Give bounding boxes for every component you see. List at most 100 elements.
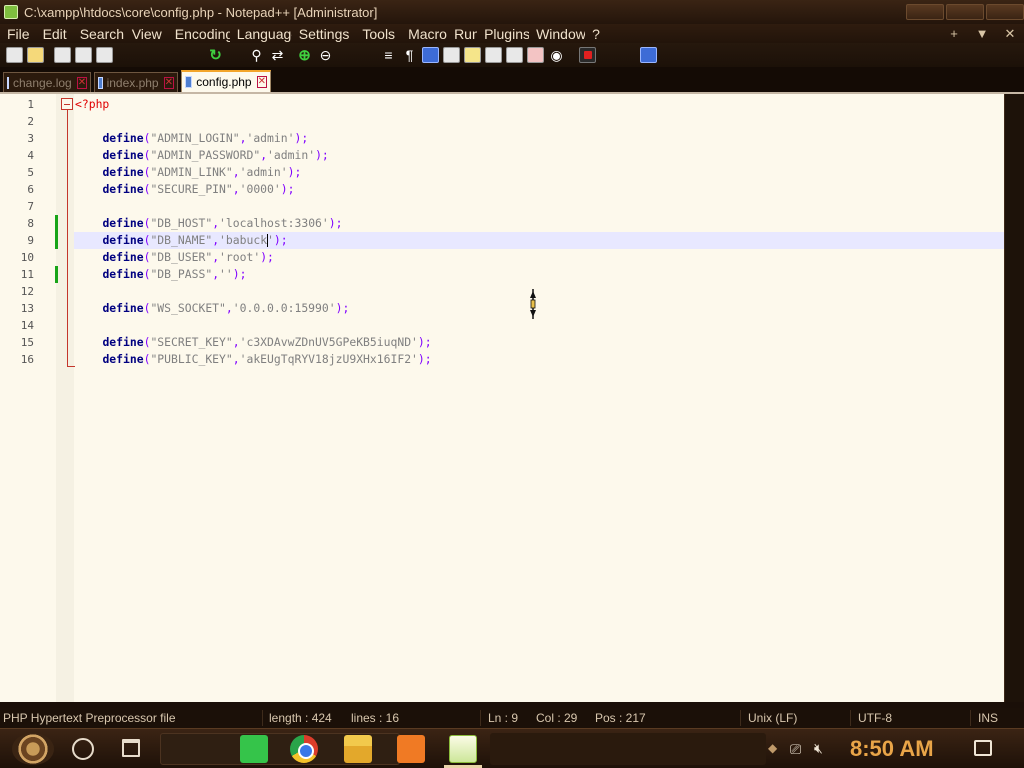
tab-close-icon[interactable]: ✕: [76, 76, 88, 89]
volume-muted-icon[interactable]: 🔇︎: [814, 740, 823, 757]
record-macro-icon[interactable]: [579, 47, 596, 63]
window-title: C:\xampp\htdocs\core\config.php - Notepa…: [24, 4, 378, 20]
cortana-circle-icon[interactable]: [72, 738, 94, 760]
file-explorer-icon[interactable]: [344, 735, 372, 763]
close-button[interactable]: [986, 4, 1024, 20]
open-file-icon[interactable]: [27, 47, 44, 63]
menu-run[interactable]: Run: [447, 26, 477, 42]
new-file-icon[interactable]: [6, 47, 23, 63]
status-bar: PHP Hypertext Preprocessor file length :…: [0, 708, 1024, 728]
folder-workspace-icon[interactable]: [527, 47, 544, 63]
menu-macro[interactable]: Macro: [401, 26, 447, 42]
code-line[interactable]: define("ADMIN_PASSWORD",'admin');: [75, 147, 328, 164]
vertical-scrollbar[interactable]: [1004, 94, 1024, 702]
tab-change-log[interactable]: change.log ✕: [3, 72, 91, 92]
tab-list-arrow-icon[interactable]: ▼: [968, 26, 996, 41]
code-token: '0000': [239, 182, 281, 196]
fold-end-marker: [67, 366, 75, 367]
menu-edit[interactable]: Edit: [36, 26, 73, 42]
code-token: );: [417, 352, 432, 366]
menu-window[interactable]: Window: [529, 26, 585, 42]
tab-index-php[interactable]: index.php ✕: [94, 72, 178, 92]
minimize-button[interactable]: [906, 4, 944, 20]
fold-toggle-icon[interactable]: [61, 98, 73, 110]
replace-icon[interactable]: ⇄: [269, 47, 286, 63]
show-all-chars-icon[interactable]: [422, 47, 439, 63]
status-lines: lines : 16: [351, 711, 400, 725]
tray-expand-icon[interactable]: ◆: [768, 741, 777, 755]
code-line[interactable]: define("ADMIN_LINK",'admin');: [75, 164, 301, 181]
code-editor[interactable]: <?php define("ADMIN_LOGIN",'admin'); def…: [0, 94, 1004, 702]
task-view-icon[interactable]: [122, 739, 140, 757]
code-token: define: [102, 301, 144, 315]
notepadpp-icon[interactable]: [444, 735, 482, 768]
word-wrap-icon[interactable]: ¶: [401, 47, 418, 63]
menu-plugins[interactable]: Plugins: [477, 26, 529, 42]
code-line[interactable]: define("DB_USER",'root');: [75, 249, 273, 266]
menu-tools[interactable]: Tools: [355, 26, 401, 42]
code-line[interactable]: define("WS_SOCKET",'0.0.0.0:15990');: [75, 300, 349, 317]
sublime-text-icon[interactable]: [240, 735, 268, 763]
code-token: define: [102, 182, 144, 196]
action-center-icon[interactable]: [974, 740, 992, 756]
code-line[interactable]: define("SECURE_PIN",'0000');: [75, 181, 294, 198]
taskbar-clock[interactable]: 8:50 AM: [850, 736, 934, 762]
save-icon[interactable]: [54, 47, 71, 63]
code-token: );: [287, 165, 302, 179]
network-icon[interactable]: ⎚: [790, 741, 801, 758]
code-line[interactable]: <?php: [75, 96, 109, 113]
save-all-icon[interactable]: [75, 47, 92, 63]
code-line[interactable]: define("SECRET_KEY",'c3XDAvwZDnUV5GPeKB5…: [75, 334, 432, 351]
code-token: 'root': [219, 250, 261, 264]
menu-encoding[interactable]: Encoding: [168, 26, 230, 42]
doc-map-icon[interactable]: [485, 47, 502, 63]
tab-label: change.log: [13, 75, 72, 90]
code-token: );: [417, 335, 432, 349]
code-token: );: [294, 131, 309, 145]
menu-language[interactable]: Language: [230, 26, 292, 42]
run-macro-icon[interactable]: [640, 47, 657, 63]
fold-margin[interactable]: [56, 94, 74, 702]
code-line[interactable]: define("PUBLIC_KEY",'akEUgTqRYV18jzU9XHx…: [75, 351, 432, 368]
zoom-in-icon[interactable]: ⊕: [296, 47, 313, 63]
maximize-button[interactable]: [946, 4, 984, 20]
status-encoding[interactable]: UTF-8: [858, 711, 892, 725]
function-list-icon[interactable]: [506, 47, 523, 63]
zoom-out-icon[interactable]: ⊖: [317, 47, 334, 63]
status-line: Ln : 9: [488, 711, 519, 725]
line-number: 6: [27, 183, 34, 196]
sync-scroll-icon[interactable]: ≡: [380, 47, 397, 63]
code-line[interactable]: define("DB_NAME",'babuck');: [75, 232, 288, 249]
menu-settings[interactable]: Settings: [292, 26, 356, 42]
code-line[interactable]: define("DB_PASS",'');: [75, 266, 246, 283]
lang-icon[interactable]: [464, 47, 481, 63]
new-tab-plus-icon[interactable]: +: [940, 26, 968, 41]
code-token: );: [328, 216, 343, 230]
code-line[interactable]: define("ADMIN_LOGIN",'admin');: [75, 130, 308, 147]
status-eol[interactable]: Unix (LF): [748, 711, 797, 725]
tab-close-icon[interactable]: ✕: [163, 76, 174, 89]
chrome-icon[interactable]: [290, 735, 318, 763]
code-line[interactable]: define("DB_HOST",'localhost:3306');: [75, 215, 343, 232]
status-position: Pos : 217: [595, 711, 646, 725]
menu-view[interactable]: View: [125, 26, 168, 42]
status-insert-mode[interactable]: INS: [978, 711, 998, 725]
menu-help[interactable]: ?: [585, 26, 606, 42]
start-button[interactable]: [12, 733, 54, 765]
redo-icon[interactable]: ↻: [207, 47, 224, 63]
indent-guide-icon[interactable]: [443, 47, 460, 63]
menu-file[interactable]: File: [0, 26, 36, 42]
code-token: );: [335, 301, 350, 315]
xampp-icon[interactable]: [397, 735, 425, 763]
menu-search[interactable]: Search: [73, 26, 125, 42]
print-icon[interactable]: [96, 47, 113, 63]
tab-config-php[interactable]: config.php ✕: [181, 70, 271, 92]
close-doc-icon[interactable]: ✕: [996, 26, 1024, 42]
tab-close-icon[interactable]: ✕: [256, 76, 267, 88]
status-length: length : 424: [269, 711, 332, 725]
find-icon[interactable]: ⚲: [248, 47, 265, 63]
monitor-icon[interactable]: ◉: [548, 47, 565, 63]
